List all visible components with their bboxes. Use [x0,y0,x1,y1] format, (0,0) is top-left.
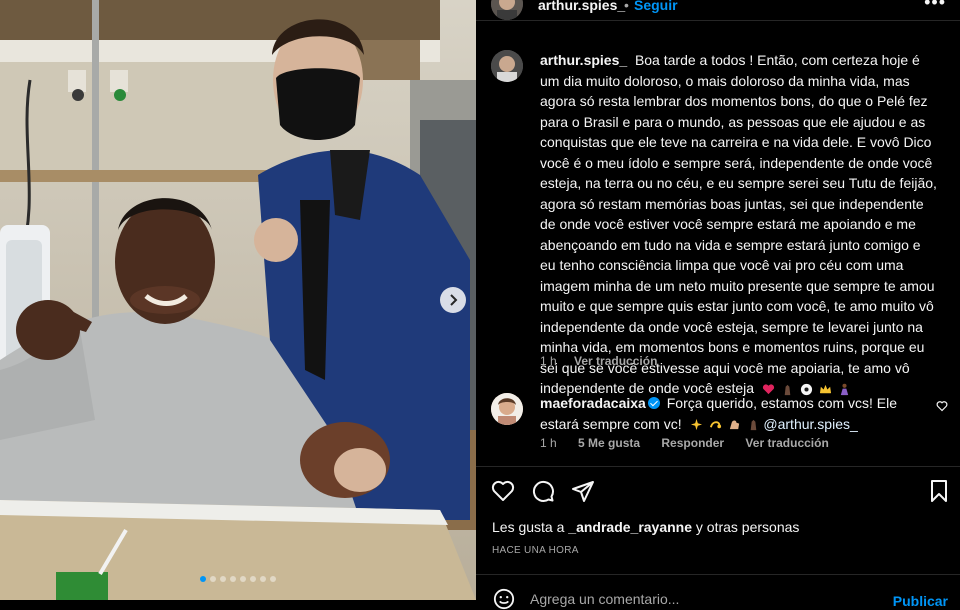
dizzy-icon [709,421,721,429]
post-timestamp: HACE UNA HORA [492,545,579,556]
mention-link[interactable]: @arthur.spies_ [763,416,857,432]
comment-bubble-icon[interactable] [531,479,555,503]
caption-username[interactable]: arthur.spies_ [540,52,627,68]
likes-prefix: Les gusta a [492,519,569,535]
emoji-smiley-icon[interactable] [493,588,515,610]
avatar-image [491,50,523,82]
avatar[interactable] [491,50,523,82]
avatar[interactable] [491,0,523,20]
comment-meta: 1 h 5 Me gusta Responder Ver traducción [540,436,847,450]
save-bookmark-icon[interactable] [927,479,951,503]
verified-badge-icon [647,397,660,409]
like-heart-icon[interactable] [491,479,515,503]
avatar[interactable] [491,393,523,425]
likes-summary[interactable]: Les gusta a _andrade_rayanne y otras per… [492,519,799,535]
carousel-dot [270,576,276,582]
post-side-panel: arthur.spies_ • Seguir ••• arthur.spies_… [476,0,960,610]
reply-button[interactable]: Responder [661,436,724,450]
caption-meta: 1 h Ver traducción [540,354,671,368]
carousel-dot [240,576,246,582]
carousel-indicator [0,576,476,582]
carousel-dot [200,576,206,582]
likes-user[interactable]: _andrade_rayanne [568,519,692,535]
comment-text-block: maeforadacaixa Força querido, estamos co… [540,393,920,434]
caption-time: 1 h [540,354,557,368]
publish-comment-button[interactable]: Publicar [893,593,948,609]
section-divider [476,466,960,467]
carousel-dot [230,576,236,582]
post-actions [491,479,951,503]
like-comment-heart-icon[interactable] [936,400,948,412]
carousel-dot [220,576,226,582]
likes-suffix: y otras personas [692,519,800,535]
translate-comment-button[interactable]: Ver traducción [745,436,828,450]
header-separator: • [624,0,629,13]
flexed-biceps-icon [729,420,739,430]
post-author-username[interactable]: arthur.spies_ [538,0,625,13]
carousel-dot [210,576,216,582]
add-comment-bar: Publicar [476,574,960,610]
post-photo[interactable] [0,0,476,600]
sparkles-icon [690,419,702,431]
comment-emojis [690,418,760,431]
chevron-right-icon [450,294,458,306]
folded-hands-icon [750,420,756,431]
share-send-icon[interactable] [571,479,595,503]
hospital-photo-illustration [0,0,476,600]
carousel-dot [260,576,266,582]
follow-button[interactable]: Seguir [634,0,678,13]
comment-username[interactable]: maeforadacaixa [540,395,646,411]
comment-time: 1 h [540,436,557,450]
next-slide-button[interactable] [440,287,466,313]
caption-text: Boa tarde a todos ! Então, com certeza h… [540,52,937,396]
post-header: arthur.spies_ • Seguir ••• [476,0,960,21]
avatar-image [491,0,523,20]
comment-input[interactable] [530,591,870,607]
translate-caption-button[interactable]: Ver traducción [574,354,657,368]
carousel-dot [250,576,256,582]
avatar-image [491,393,523,425]
more-options-icon[interactable]: ••• [924,0,946,13]
caption-text-block: arthur.spies_ Boa tarde a todos ! Então,… [540,50,940,399]
comment-likes-button[interactable]: 5 Me gusta [578,436,640,450]
